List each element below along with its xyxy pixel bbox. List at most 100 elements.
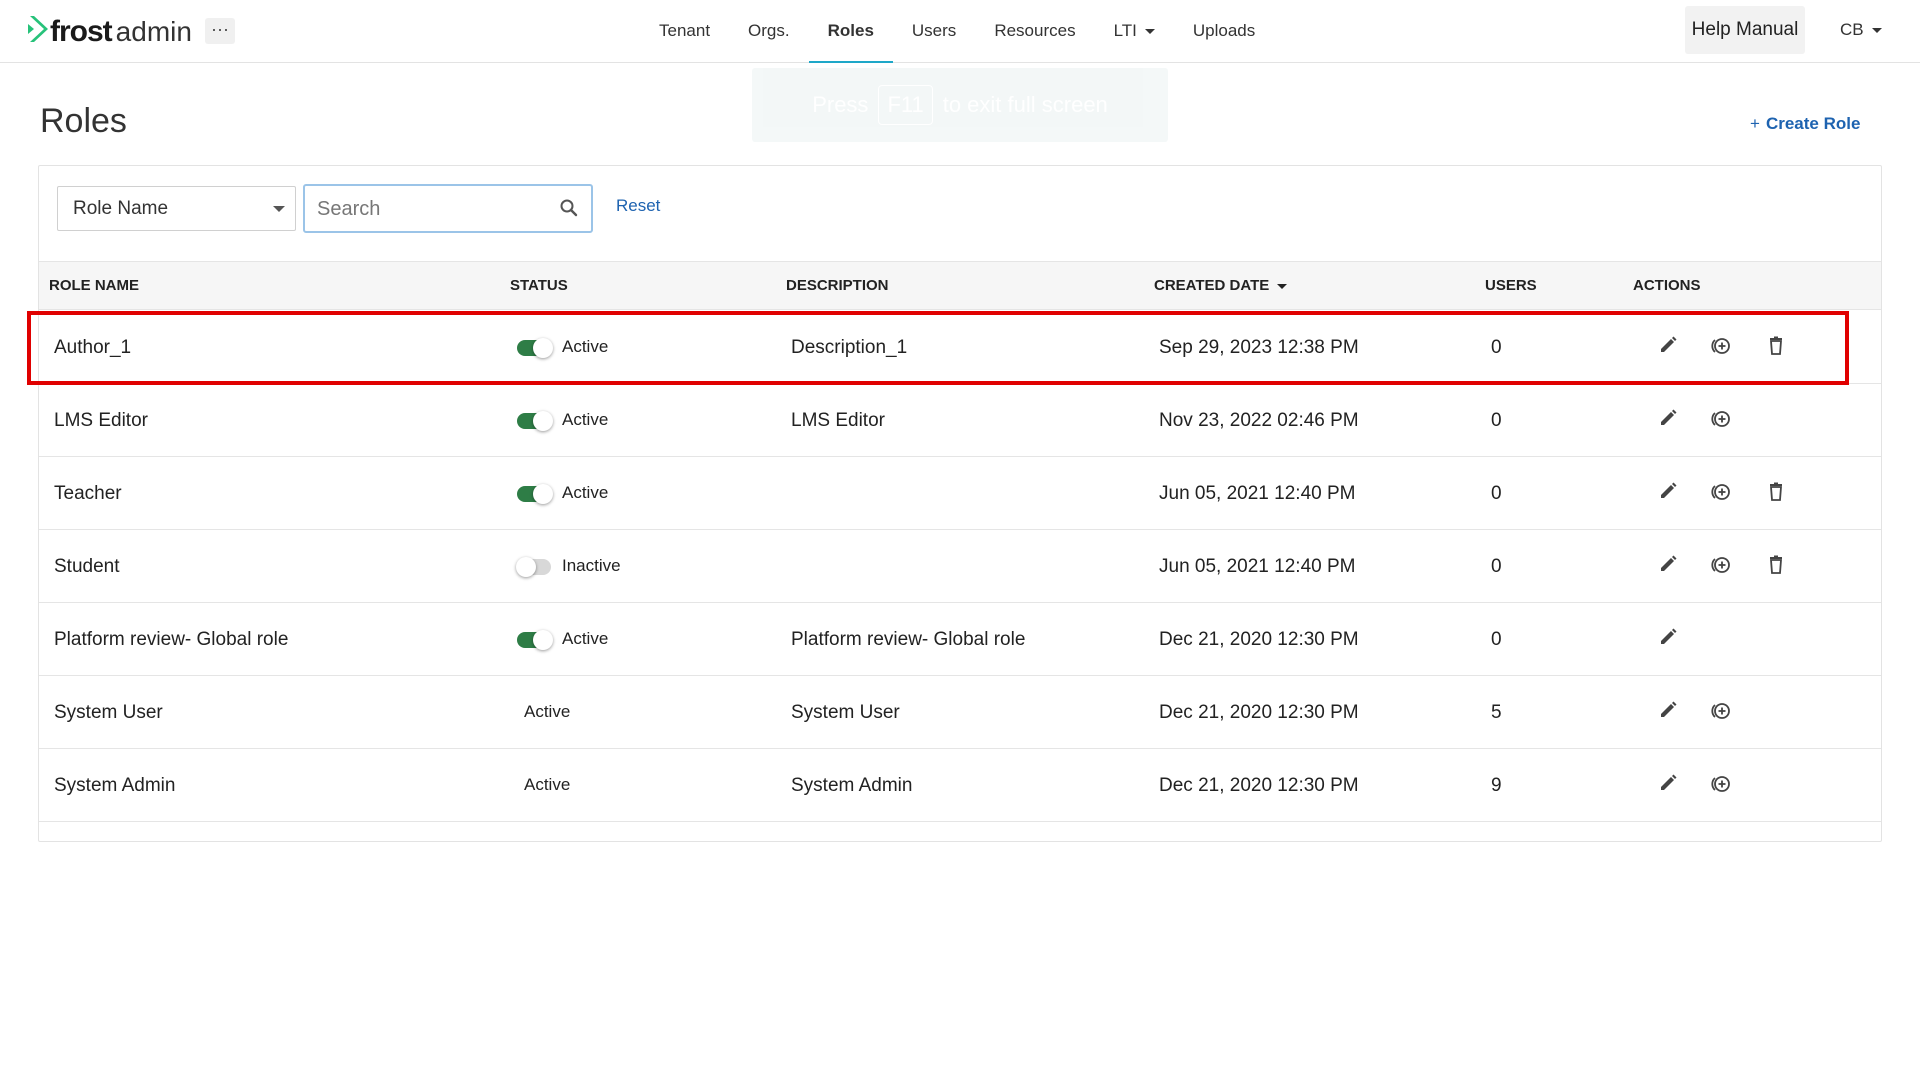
status-label: Active — [524, 702, 571, 721]
nav-users[interactable]: Users — [893, 0, 975, 62]
pencil-icon — [1657, 336, 1679, 361]
trash-icon — [1765, 336, 1787, 361]
status-toggle[interactable] — [516, 557, 551, 577]
reset-link[interactable]: Reset — [616, 196, 660, 216]
nav-roles[interactable]: Roles — [808, 0, 894, 63]
edit-role-button[interactable] — [1657, 481, 1679, 503]
role-name-cell: LMS Editor — [54, 410, 148, 431]
table-row: Student Inactive Jun 05, 2021 12:40 PM 0 — [39, 530, 1881, 603]
role-name-cell: Platform review- Global role — [54, 629, 289, 650]
table-row: Teacher Active Jun 05, 2021 12:40 PM 0 — [39, 457, 1881, 530]
description-cell: System User — [791, 702, 900, 723]
page-title: Roles — [40, 102, 127, 140]
nav-resources[interactable]: Resources — [975, 0, 1094, 62]
copy-role-icon — [1710, 484, 1732, 507]
role-name-cell: Teacher — [54, 483, 122, 504]
created-date-cell: Nov 23, 2022 02:46 PM — [1159, 410, 1359, 431]
trash-icon — [1765, 482, 1787, 507]
copy-role-button[interactable] — [1710, 700, 1732, 722]
copy-role-button[interactable] — [1710, 481, 1732, 503]
col-actions: ACTIONS — [1633, 277, 1701, 294]
logo-text-frost: frost — [50, 14, 113, 48]
col-created-date-label: CREATED DATE — [1154, 277, 1270, 294]
role-name-cell: System Admin — [54, 775, 176, 796]
search-input[interactable] — [315, 194, 545, 224]
copy-role-button[interactable] — [1710, 554, 1732, 576]
sort-desc-icon — [1277, 283, 1288, 289]
delete-role-button[interactable] — [1765, 554, 1787, 576]
fullscreen-exit-toast: Press F11 to exit full screen — [752, 68, 1168, 142]
copy-role-icon — [1710, 557, 1732, 580]
role-name-cell: Author_1 — [54, 337, 132, 358]
toggle-knob — [533, 484, 553, 504]
user-initials: CB — [1840, 20, 1864, 39]
nav-tenant[interactable]: Tenant — [640, 0, 729, 62]
copy-role-icon — [1710, 703, 1732, 726]
table-row: LMS Editor Active LMS Editor Nov 23, 2022 0… — [39, 384, 1881, 457]
toggle-knob — [516, 557, 536, 577]
nav-uploads[interactable]: Uploads — [1174, 0, 1274, 62]
col-created-date[interactable]: CREATED DATE — [1154, 277, 1288, 294]
table-row: Platform review- Global role Active Platfo… — [39, 603, 1881, 676]
col-role-name[interactable]: ROLE NAME — [49, 277, 139, 294]
edit-role-button[interactable] — [1657, 627, 1679, 649]
table-row: System Admin Active System Admin Dec 21, 20… — [39, 749, 1881, 822]
chevron-logo-icon — [28, 14, 48, 49]
help-manual-button[interactable]: Help Manual — [1685, 6, 1805, 54]
chevron-down-icon — [1144, 29, 1155, 35]
filter-field-select[interactable]: Role Name — [57, 186, 296, 231]
col-users[interactable]: USERS — [1485, 277, 1537, 294]
edit-role-button[interactable] — [1657, 773, 1679, 795]
col-description[interactable]: DESCRIPTION — [786, 277, 889, 294]
status-toggle[interactable] — [517, 630, 553, 650]
search-icon[interactable] — [559, 198, 579, 218]
plus-icon: + — [1750, 114, 1760, 133]
status-toggle[interactable] — [517, 411, 553, 431]
edit-role-button[interactable] — [1657, 408, 1679, 430]
role-name-cell: System User — [54, 702, 163, 723]
nav-orgs[interactable]: Orgs. — [729, 0, 809, 62]
description-cell: System Admin — [791, 775, 913, 796]
main-nav: Tenant Orgs. Roles Users Resources LTI U… — [640, 0, 1274, 63]
frost-admin-logo[interactable]: frost admin — [28, 14, 192, 49]
created-date-cell: Jun 05, 2021 12:40 PM — [1159, 483, 1356, 504]
status-toggle[interactable] — [517, 484, 553, 504]
status-toggle[interactable] — [517, 338, 553, 358]
toggle-knob — [533, 411, 553, 431]
nav-lti[interactable]: LTI — [1095, 0, 1174, 62]
delete-role-button[interactable] — [1765, 481, 1787, 503]
top-nav-bar: frost admin ··· Tenant Orgs. Roles Users… — [0, 0, 1920, 63]
col-status[interactable]: STATUS — [510, 277, 568, 294]
pencil-icon — [1657, 482, 1679, 507]
edit-role-button[interactable] — [1657, 554, 1679, 576]
users-count-cell: 9 — [1491, 775, 1502, 796]
copy-role-icon — [1710, 776, 1732, 799]
pencil-icon — [1657, 774, 1679, 799]
description-cell: LMS Editor — [791, 410, 885, 431]
created-date-cell: Dec 21, 2020 12:30 PM — [1159, 702, 1359, 723]
create-role-button[interactable]: + Create Role — [1750, 114, 1860, 134]
chevron-down-icon — [273, 206, 285, 212]
copy-role-button[interactable] — [1710, 773, 1732, 795]
users-count-cell: 0 — [1491, 337, 1502, 358]
users-count-cell: 0 — [1491, 556, 1502, 577]
table-row: System User Active System User Dec 21, 2020… — [39, 676, 1881, 749]
search-box — [303, 184, 593, 233]
copy-role-icon — [1710, 338, 1732, 361]
delete-role-button[interactable] — [1765, 335, 1787, 357]
toast-key: F11 — [878, 85, 933, 125]
roles-panel: Role Name Reset ROLE NAME STATUS DESCRIP… — [38, 165, 1882, 842]
status-label: Inactive — [562, 556, 621, 575]
user-menu[interactable]: CB — [1840, 20, 1882, 40]
edit-role-button[interactable] — [1657, 700, 1679, 722]
status-label: Active — [562, 410, 609, 429]
edit-role-button[interactable] — [1657, 335, 1679, 357]
pencil-icon — [1657, 701, 1679, 726]
pencil-icon — [1657, 628, 1679, 653]
create-role-label: Create Role — [1765, 114, 1861, 133]
copy-role-button[interactable] — [1710, 335, 1732, 357]
description-cell: Description_1 — [791, 337, 908, 358]
status-label: Active — [524, 775, 571, 794]
more-menu-button[interactable]: ··· — [205, 18, 235, 44]
copy-role-button[interactable] — [1710, 408, 1732, 430]
